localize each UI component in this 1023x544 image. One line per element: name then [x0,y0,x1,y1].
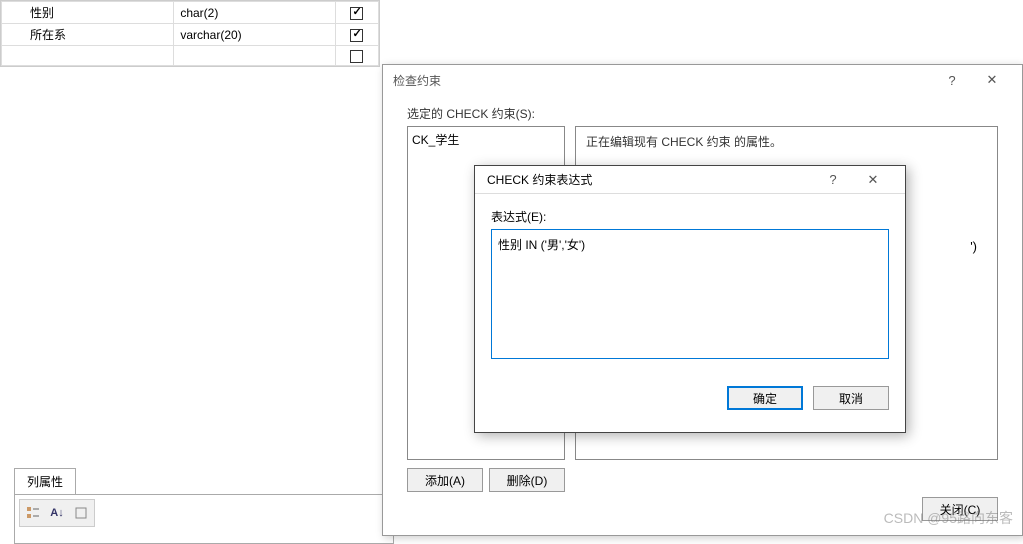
add-button[interactable]: 添加(A) [407,468,483,492]
cell-name[interactable] [2,46,174,66]
watermark: CSDN @95路向东客 [884,508,1013,528]
expression-label: 表达式(E): [491,208,889,225]
close-icon[interactable]: ✕ [972,69,1012,91]
check-expression-dialog: CHECK 约束表达式 ? ✕ 表达式(E): 确定 取消 [474,165,906,433]
list-item[interactable]: CK_学生 [412,131,560,148]
editing-hint: 正在编辑现有 CHECK 约束 的属性。 [586,133,987,150]
dialog-titlebar[interactable]: 检查约束 ? ✕ [383,65,1022,95]
selected-constraints-label: 选定的 CHECK 约束(S): [407,105,998,122]
checkbox-icon[interactable] [350,50,363,63]
cell-null[interactable] [335,24,378,46]
properties-icon[interactable] [70,502,92,524]
help-button[interactable]: ? [932,69,972,91]
dialog-title: 检查约束 [393,72,932,89]
expression-textarea[interactable] [491,229,889,359]
checkbox-icon[interactable] [350,7,363,20]
cell-type[interactable]: char(2) [174,2,336,24]
tab-column-properties[interactable]: 列属性 [14,468,76,494]
table-row[interactable]: 性别 char(2) [2,2,379,24]
checkbox-icon[interactable] [350,29,363,42]
ok-button[interactable]: 确定 [727,386,803,410]
column-grid: 性别 char(2) 所在系 varchar(20) [0,0,380,67]
cell-type[interactable]: varchar(20) [174,24,336,46]
cancel-button[interactable]: 取消 [813,386,889,410]
categorized-icon[interactable] [22,502,44,524]
identity-fragment: ') [970,239,977,254]
cell-name[interactable]: 性别 [2,2,174,24]
sort-az-icon[interactable]: A↓ [46,502,68,524]
dialog-titlebar[interactable]: CHECK 约束表达式 ? ✕ [475,166,905,194]
help-button[interactable]: ? [813,169,853,191]
cell-null[interactable] [335,2,378,24]
cell-null[interactable] [335,46,378,66]
column-properties-panel: 列属性 A↓ [14,468,394,544]
table-row[interactable] [2,46,379,66]
close-icon[interactable]: ✕ [853,169,893,191]
cell-type[interactable] [174,46,336,66]
dialog-title: CHECK 约束表达式 [487,171,813,188]
props-toolbar: A↓ [19,499,95,527]
cell-name[interactable]: 所在系 [2,24,174,46]
delete-button[interactable]: 删除(D) [489,468,565,492]
table-row[interactable]: 所在系 varchar(20) [2,24,379,46]
